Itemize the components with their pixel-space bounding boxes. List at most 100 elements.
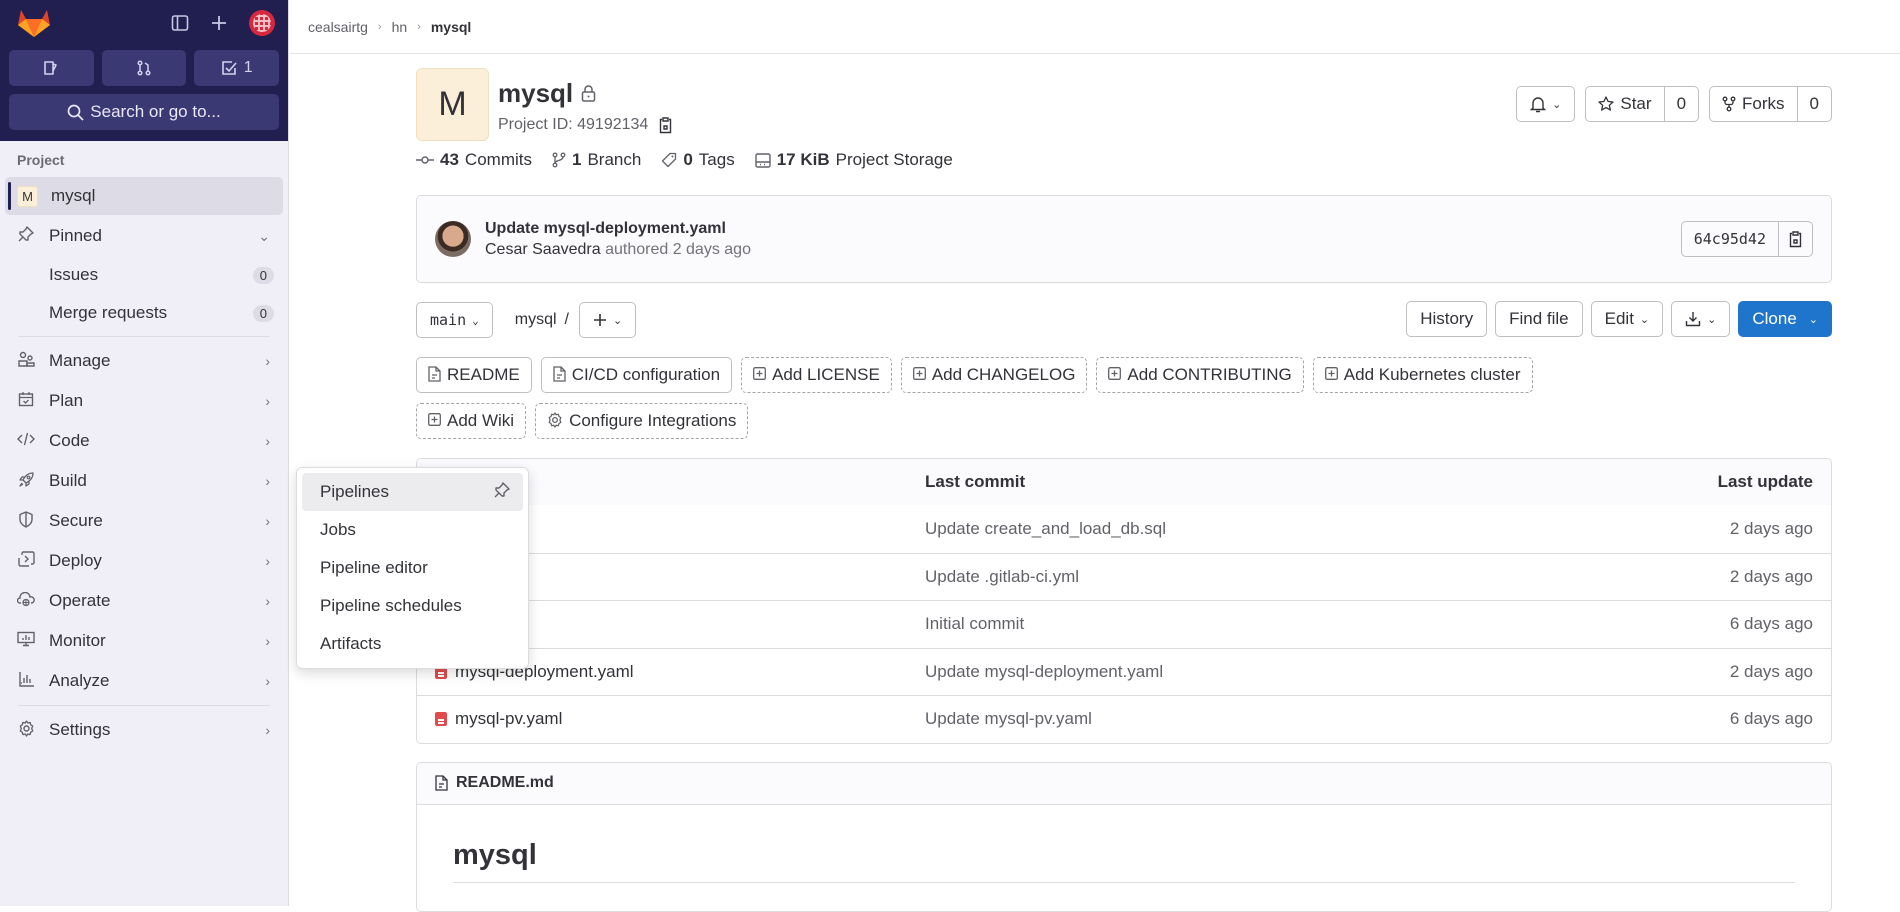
commit-sha[interactable]: 64c95d42 bbox=[1682, 222, 1778, 256]
table-row[interactable]: mdInitial commit6 days ago bbox=[417, 600, 1831, 648]
sidebar-item-pinned[interactable]: Pinned ⌄ bbox=[0, 216, 288, 256]
sidebar-item-settings[interactable]: Settings › bbox=[0, 710, 288, 750]
chevron-down-icon: ⌄ bbox=[1639, 313, 1650, 326]
sidebar-item-label: Operate bbox=[49, 591, 111, 610]
file-last-commit[interactable]: Update create_and_load_db.sql bbox=[925, 519, 1613, 539]
repo-path-root[interactable]: mysql bbox=[515, 311, 557, 329]
commit-author[interactable]: Cesar Saavedra bbox=[485, 241, 601, 258]
file-last-update: 6 days ago bbox=[1729, 614, 1813, 634]
plus-icon bbox=[593, 314, 606, 326]
file-last-commit[interactable]: Update mysql-pv.yaml bbox=[925, 709, 1613, 729]
notifications-button[interactable]: ⌄ bbox=[1516, 86, 1576, 122]
sidebar-item-plan[interactable]: Plan › bbox=[0, 381, 288, 421]
build-flyout-menu: Pipelines Jobs Pipeline editor Pipeline sch… bbox=[296, 467, 529, 669]
search-button[interactable]: Search or go to... bbox=[9, 94, 279, 130]
table-row[interactable]: sUpdate create_and_load_db.sql2 days ago bbox=[417, 505, 1831, 553]
sidebar-item-code[interactable]: Code › bbox=[0, 421, 288, 461]
file-last-commit[interactable]: Update .gitlab-ci.yml bbox=[925, 567, 1613, 587]
sidebar-item-label: Manage bbox=[49, 351, 111, 370]
sidebar-item-analyze[interactable]: Analyze › bbox=[0, 661, 288, 701]
breadcrumb-item-current[interactable]: mysql bbox=[431, 19, 471, 35]
add-to-tree-button[interactable]: ⌄ bbox=[578, 302, 637, 338]
menu-item-label: Artifacts bbox=[320, 634, 382, 653]
file-last-commit[interactable]: Update mysql-deployment.yaml bbox=[925, 662, 1613, 682]
file-last-update: 2 days ago bbox=[1729, 566, 1813, 586]
breadcrumb-item[interactable]: hn bbox=[392, 19, 408, 35]
sidebar-item-deploy[interactable]: Deploy › bbox=[0, 541, 288, 581]
table-row[interactable]: mysql-deployment.yaml Update mysql-deploy… bbox=[417, 647, 1831, 696]
star-button[interactable]: Star bbox=[1586, 87, 1663, 121]
project-id: Project ID: 49192134 bbox=[498, 116, 673, 134]
chevron-right-icon: › bbox=[265, 673, 270, 689]
chevron-right-icon: › bbox=[265, 433, 270, 449]
copy-sha-button[interactable] bbox=[1778, 222, 1812, 256]
shortcut-label: Add CONTRIBUTING bbox=[1127, 365, 1292, 384]
shortcut-label: Add Wiki bbox=[447, 411, 515, 430]
sidebar-item-build[interactable]: Build › bbox=[0, 461, 288, 501]
sidebar-item-operate[interactable]: Operate › bbox=[0, 581, 288, 621]
todos-button[interactable]: 1 bbox=[194, 50, 280, 86]
chevron-right-icon: › bbox=[265, 353, 270, 369]
file-icon bbox=[553, 365, 566, 385]
branch-selector[interactable]: main ⌄ bbox=[416, 302, 493, 338]
issues-button[interactable] bbox=[9, 50, 94, 86]
star-label: Star bbox=[1620, 94, 1652, 113]
pin-icon[interactable] bbox=[494, 482, 510, 502]
sidebar-item-merge-requests[interactable]: Merge requests 0 bbox=[0, 294, 288, 332]
menu-item-pipeline-editor[interactable]: Pipeline editor bbox=[302, 549, 523, 587]
menu-item-artifacts[interactable]: Artifacts bbox=[302, 625, 523, 663]
edit-button[interactable]: Edit ⌄ bbox=[1590, 301, 1664, 337]
commit-author-avatar[interactable] bbox=[435, 221, 471, 257]
shortcut-configure-integrations[interactable]: Configure Integrations bbox=[535, 403, 749, 439]
project-title: mysql bbox=[498, 78, 596, 109]
deploy-icon bbox=[17, 551, 35, 571]
shortcut-label: Add Kubernetes cluster bbox=[1343, 365, 1521, 384]
readme-filename[interactable]: README.md bbox=[456, 774, 554, 792]
shortcut-readme[interactable]: README bbox=[416, 357, 532, 393]
commit-title[interactable]: Update mysql-deployment.yaml bbox=[485, 220, 751, 238]
shortcut-add-contributing[interactable]: Add CONTRIBUTING bbox=[1096, 357, 1304, 393]
shortcut-add-changelog[interactable]: Add CHANGELOG bbox=[900, 357, 1088, 393]
user-avatar[interactable] bbox=[249, 10, 275, 36]
forks-button[interactable]: Forks bbox=[1710, 87, 1797, 121]
gitlab-logo-icon[interactable] bbox=[17, 8, 51, 38]
shortcut-add-license[interactable]: Add LICENSE bbox=[741, 357, 892, 393]
table-row[interactable]: mysql-pv.yaml Update mysql-pv.yaml 6 days … bbox=[417, 695, 1831, 743]
sidebar-item-label: Analyze bbox=[49, 671, 110, 690]
shortcut-add-wiki[interactable]: Add Wiki bbox=[416, 403, 527, 439]
find-file-button[interactable]: Find file bbox=[1495, 301, 1583, 337]
breadcrumb-item[interactable]: cealsairtg bbox=[308, 19, 368, 35]
table-row[interactable]: ymlUpdate .gitlab-ci.yml2 days ago bbox=[417, 552, 1831, 601]
gear-icon bbox=[547, 411, 563, 431]
clone-button[interactable]: Clone ⌄ bbox=[1738, 301, 1832, 337]
shortcut-label: Add LICENSE bbox=[772, 365, 880, 384]
history-button[interactable]: History bbox=[1406, 301, 1488, 337]
shortcut-label: README bbox=[447, 365, 520, 384]
last-commit-box: Update mysql-deployment.yaml Cesar Saave… bbox=[416, 195, 1832, 283]
download-button[interactable]: ⌄ bbox=[1671, 301, 1731, 337]
menu-item-pipelines[interactable]: Pipelines bbox=[302, 473, 523, 511]
chevron-down-icon: ⌄ bbox=[1808, 313, 1818, 326]
sidebar-item-manage[interactable]: Manage › bbox=[0, 341, 288, 381]
menu-item-pipeline-schedules[interactable]: Pipeline schedules bbox=[302, 587, 523, 625]
sidebar-item-issues[interactable]: Issues 0 bbox=[0, 256, 288, 294]
plus-icon[interactable] bbox=[211, 15, 227, 31]
forks-count[interactable]: 0 bbox=[1796, 87, 1831, 121]
file-name[interactable]: mysql-pv.yaml bbox=[455, 709, 562, 729]
sidebar-header: 1 Search or go to... bbox=[0, 0, 288, 141]
sidebar-item-monitor[interactable]: Monitor › bbox=[0, 621, 288, 661]
merge-requests-button[interactable] bbox=[101, 50, 187, 86]
copy-icon bbox=[1789, 230, 1802, 247]
copy-icon[interactable] bbox=[658, 116, 673, 134]
sidebar-item-secure[interactable]: Secure › bbox=[0, 501, 288, 541]
star-count[interactable]: 0 bbox=[1663, 87, 1698, 121]
sidebar-item-project[interactable]: M mysql bbox=[5, 177, 283, 215]
sidebar-toggle-icon[interactable] bbox=[171, 14, 189, 32]
file-last-commit[interactable]: Initial commit bbox=[925, 614, 1613, 634]
file-last-update: 2 days ago bbox=[1729, 661, 1813, 681]
chevron-down-icon: ⌄ bbox=[612, 314, 623, 327]
divider bbox=[18, 705, 270, 706]
menu-item-jobs[interactable]: Jobs bbox=[302, 511, 523, 549]
shortcut-ci-cd-configuration[interactable]: CI/CD configuration bbox=[540, 357, 733, 393]
shortcut-add-kubernetes-cluster[interactable]: Add Kubernetes cluster bbox=[1312, 357, 1533, 393]
